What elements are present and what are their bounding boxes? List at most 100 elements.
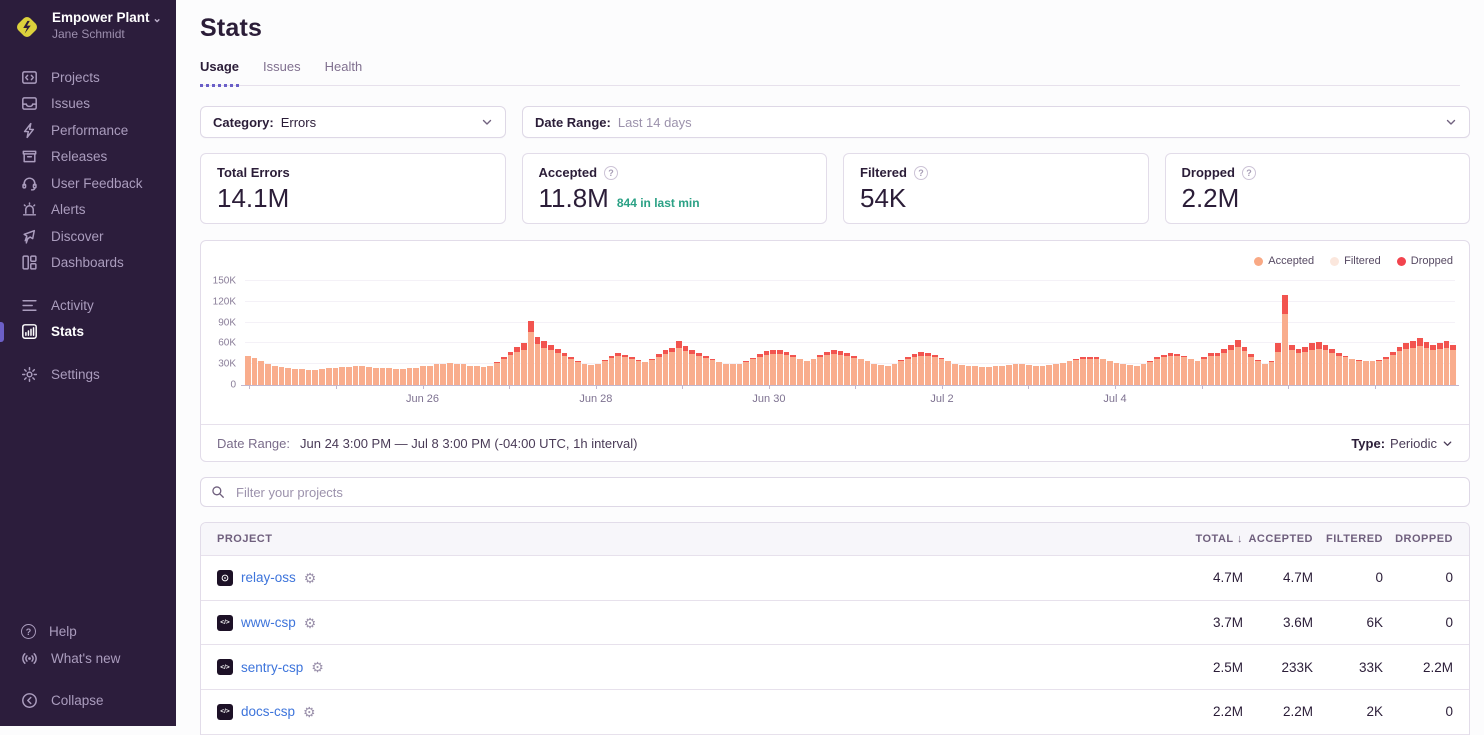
chart-bar[interactable] (939, 358, 945, 385)
chart-bar[interactable] (609, 356, 615, 385)
chart-bar[interactable] (1120, 364, 1126, 385)
chart-bar[interactable] (353, 366, 359, 385)
chart-bar[interactable] (447, 363, 453, 385)
chart-bar[interactable] (979, 367, 985, 385)
chart-bar[interactable] (555, 349, 561, 385)
sidebar-item-releases[interactable]: Releases (0, 144, 176, 171)
chart-bar[interactable] (1363, 361, 1369, 385)
chart-bar[interactable] (959, 365, 965, 385)
chart-bar[interactable] (326, 368, 332, 385)
chart-bar[interactable] (710, 359, 716, 385)
sidebar-item-activity[interactable]: Activity (0, 292, 176, 319)
chart-bar[interactable] (1181, 356, 1187, 385)
chart-bar[interactable] (1201, 357, 1207, 385)
chart-bar[interactable] (878, 365, 884, 385)
chart-bar[interactable] (1174, 354, 1180, 385)
chart-bar[interactable] (898, 360, 904, 385)
sidebar-item-what-s-new[interactable]: What's new (0, 645, 176, 672)
chart-bar[interactable] (333, 368, 339, 385)
chart-bar[interactable] (474, 366, 480, 385)
project-settings-gear-icon[interactable]: ⚙ (304, 616, 317, 630)
chart-bar[interactable] (629, 357, 635, 385)
legend-item-dropped[interactable]: Dropped (1397, 255, 1453, 267)
project-link-www-csp[interactable]: www-csp (241, 615, 296, 630)
chart-bar[interactable] (1424, 342, 1430, 385)
chart-bar[interactable] (1168, 353, 1174, 385)
chart-bar[interactable] (1127, 365, 1133, 385)
chart-bar[interactable] (245, 356, 251, 385)
chart-bar[interactable] (1275, 343, 1281, 385)
chart-bar[interactable] (400, 369, 406, 385)
chart-bar[interactable] (844, 353, 850, 385)
chart-bar[interactable] (892, 364, 898, 386)
chart-bar[interactable] (1087, 357, 1093, 385)
sidebar-item-dashboards[interactable]: Dashboards (0, 250, 176, 277)
chart-bar[interactable] (669, 348, 675, 385)
chart-bar[interactable] (541, 341, 547, 385)
chart-bar[interactable] (1147, 361, 1153, 385)
chart-bar[interactable] (434, 364, 440, 385)
project-filter-input[interactable] (234, 484, 1459, 501)
chart-bar[interactable] (683, 346, 689, 385)
chart-bar[interactable] (279, 367, 285, 385)
chart-bar[interactable] (1410, 341, 1416, 385)
chart-bar[interactable] (1262, 364, 1268, 386)
chart-bar[interactable] (790, 355, 796, 385)
sidebar-item-user-feedback[interactable]: User Feedback (0, 170, 176, 197)
tab-issues[interactable]: Issues (263, 59, 301, 85)
chart-bar[interactable] (952, 364, 958, 386)
chart-bar[interactable] (804, 361, 810, 385)
chart-bar[interactable] (1107, 361, 1113, 385)
chart-bar[interactable] (339, 367, 345, 385)
chart-bar[interactable] (1370, 361, 1376, 385)
help-icon[interactable]: ? (1242, 166, 1256, 180)
chart-bar[interactable] (1195, 361, 1201, 385)
chart-bar[interactable] (548, 345, 554, 385)
chart-bar[interactable] (905, 357, 911, 385)
chart-bar[interactable] (582, 364, 588, 385)
sidebar-item-alerts[interactable]: Alerts (0, 197, 176, 224)
chart-bar[interactable] (723, 364, 729, 386)
chart-bar[interactable] (366, 367, 372, 385)
chart-bar[interactable] (636, 360, 642, 385)
chart-bar[interactable] (1269, 361, 1275, 385)
chart-bar[interactable] (1349, 359, 1355, 385)
chart-bar[interactable] (386, 368, 392, 385)
chart-bar[interactable] (1248, 354, 1254, 385)
chart-bar[interactable] (932, 355, 938, 385)
chart-bar[interactable] (1302, 347, 1308, 385)
chart-bar[interactable] (1309, 343, 1315, 385)
chart-bar[interactable] (373, 368, 379, 385)
tab-health[interactable]: Health (325, 59, 363, 85)
chart-bar[interactable] (1067, 361, 1073, 385)
project-settings-gear-icon[interactable]: ⚙ (304, 571, 317, 585)
chart-bar[interactable] (912, 354, 918, 385)
chart-bar[interactable] (595, 364, 601, 386)
chart-bar[interactable] (393, 369, 399, 385)
chart-bar[interactable] (380, 368, 386, 385)
chart-bar[interactable] (1296, 349, 1302, 385)
chart-bar[interactable] (285, 368, 291, 385)
chart-bar[interactable] (1208, 353, 1214, 385)
chart-bar[interactable] (696, 353, 702, 385)
chart-bar[interactable] (703, 356, 709, 385)
chart-bar[interactable] (1417, 338, 1423, 385)
chart-bar[interactable] (993, 366, 999, 385)
chart-bar[interactable] (737, 364, 743, 386)
chart-bar[interactable] (454, 364, 460, 386)
sidebar-item-projects[interactable]: Projects (0, 64, 176, 91)
sidebar-item-stats[interactable]: Stats (0, 319, 176, 346)
chart-bar[interactable] (649, 359, 655, 385)
project-link-docs-csp[interactable]: docs-csp (241, 704, 295, 719)
chart-bar[interactable] (885, 366, 891, 385)
chart-bar[interactable] (508, 352, 514, 385)
chart-bar[interactable] (689, 350, 695, 385)
chart-bar[interactable] (622, 355, 628, 385)
column-header-project[interactable]: PROJECT (201, 533, 1147, 545)
chart-bar[interactable] (1141, 364, 1147, 385)
chart-bar[interactable] (521, 343, 527, 385)
legend-item-filtered[interactable]: Filtered (1330, 255, 1381, 267)
chart-bar[interactable] (824, 352, 830, 385)
chart-bar[interactable] (750, 358, 756, 385)
chart-bar[interactable] (1026, 365, 1032, 385)
